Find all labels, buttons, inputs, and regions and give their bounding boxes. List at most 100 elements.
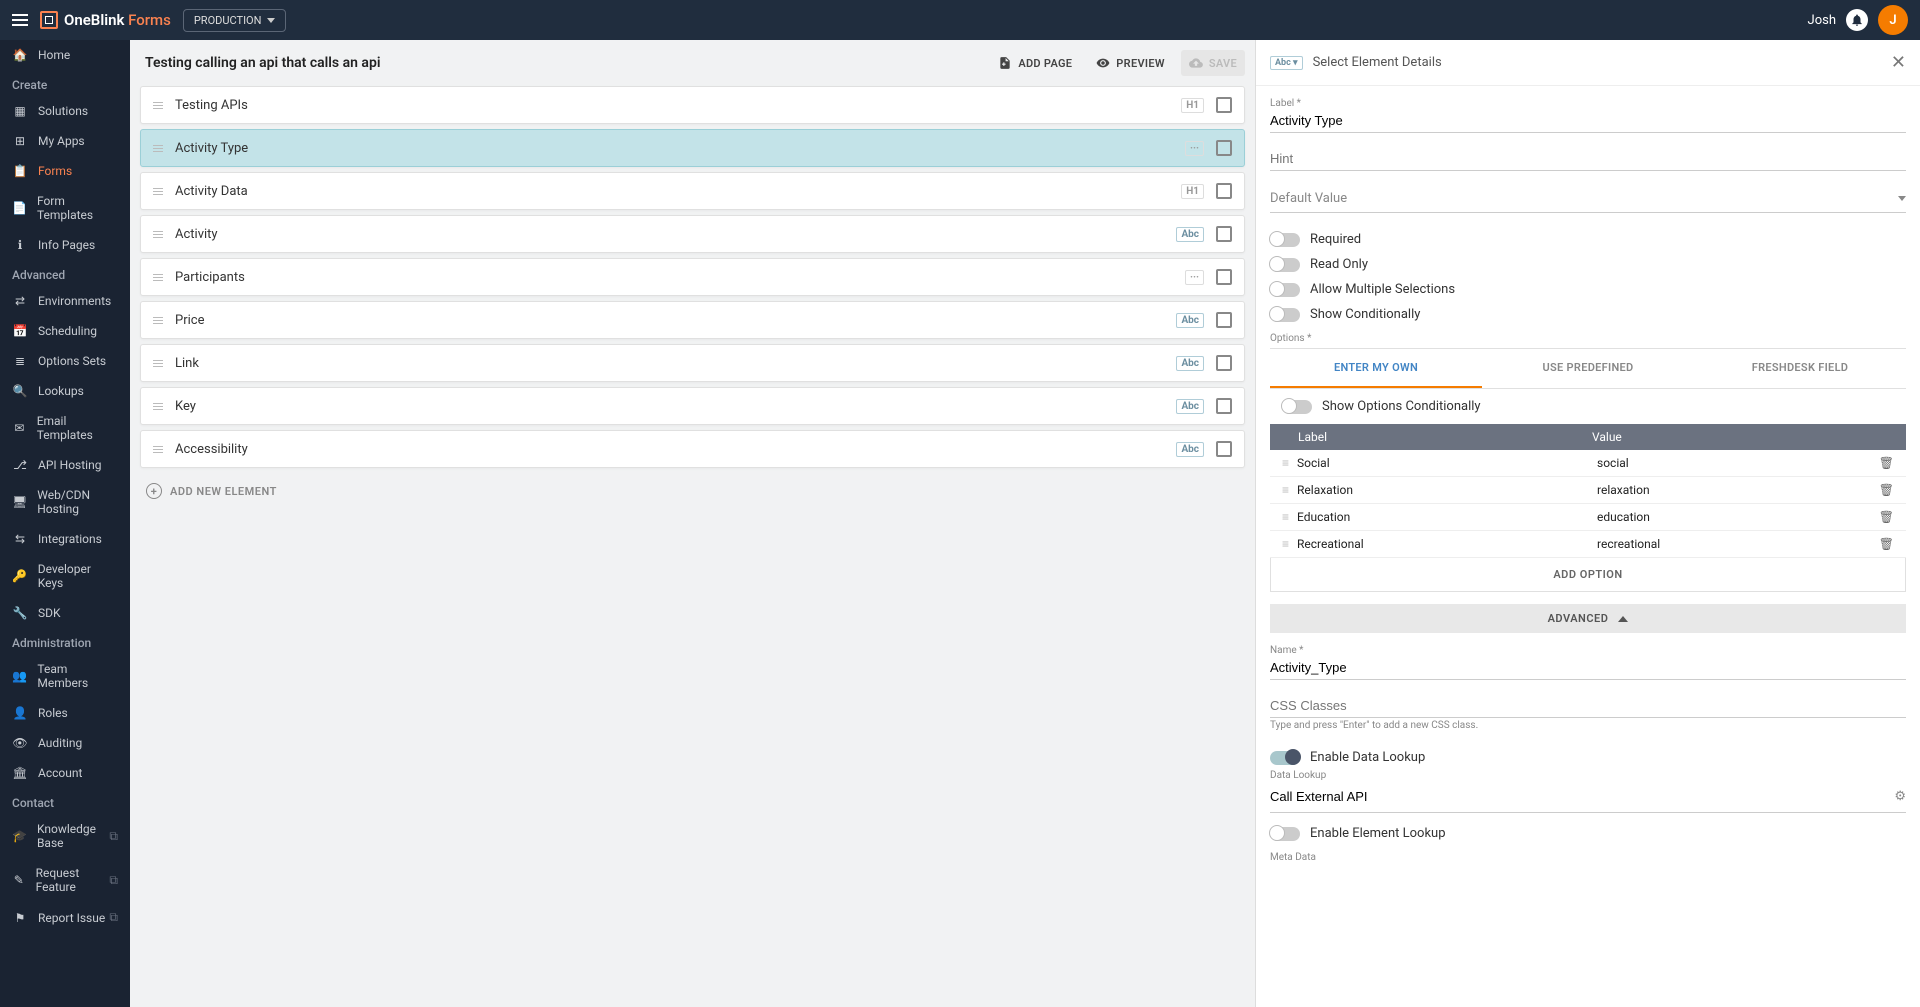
drag-handle[interactable] [153,317,163,324]
sidebar-item[interactable]: 🏛Account [0,758,130,788]
delete-option-button[interactable]: 🗑 [1879,483,1894,497]
drag-handle[interactable] [153,188,163,195]
option-value[interactable]: recreational [1597,537,1879,551]
sidebar-item[interactable]: ⇄Environments [0,286,130,316]
option-label[interactable]: Education [1297,510,1597,524]
element-checkbox[interactable] [1216,183,1232,199]
element-lookup-toggle[interactable] [1270,827,1300,841]
option-value[interactable]: relaxation [1597,483,1879,497]
sidebar-item[interactable]: 📄Form Templates [0,186,130,230]
sidebar-item[interactable]: 👥Team Members [0,654,130,698]
sidebar-item[interactable]: 🔍Lookups [0,376,130,406]
delete-option-button[interactable]: 🗑 [1879,456,1894,470]
drag-handle[interactable]: ≡ [1282,537,1289,551]
sidebar-home[interactable]: 🏠 Home [0,40,130,70]
sidebar-item[interactable]: ▦Solutions [0,96,130,126]
options-conditional-toggle[interactable] [1282,400,1312,414]
element-card[interactable]: Activity Data H1 [140,172,1245,210]
drag-handle[interactable]: ≡ [1282,483,1289,497]
nav-icon: ⚑ [12,911,28,925]
drag-handle[interactable] [153,231,163,238]
readonly-toggle[interactable] [1270,258,1300,272]
gear-icon[interactable]: ⚙ [1894,789,1906,804]
sidebar-item[interactable]: ⇆Integrations [0,524,130,554]
element-checkbox[interactable] [1216,269,1232,285]
element-card[interactable]: Activity Abc [140,215,1245,253]
sidebar-item[interactable]: 🔧SDK [0,598,130,628]
tab-freshdesk[interactable]: FRESHDESK FIELD [1694,349,1906,388]
element-checkbox[interactable] [1216,140,1232,156]
element-checkbox[interactable] [1216,312,1232,328]
option-value[interactable]: social [1597,456,1879,470]
drag-handle[interactable] [153,446,163,453]
sidebar-item[interactable]: ⎇API Hosting [0,450,130,480]
notifications-button[interactable] [1846,9,1868,31]
css-classes-input[interactable] [1270,694,1906,718]
element-checkbox[interactable] [1216,398,1232,414]
sidebar-item[interactable]: 👤Roles [0,698,130,728]
sidebar-item[interactable]: ⚑Report Issue⧉ [0,902,130,933]
option-label[interactable]: Relaxation [1297,483,1597,497]
sidebar-item[interactable]: 👁Auditing [0,728,130,758]
drag-handle[interactable]: ≡ [1282,510,1289,524]
element-card[interactable]: Key Abc [140,387,1245,425]
sidebar-item[interactable]: ⊞My Apps [0,126,130,156]
default-value-select[interactable]: Default Value [1270,185,1906,213]
drag-handle[interactable]: ≡ [1282,456,1289,470]
sidebar-item[interactable]: 🔑Developer Keys [0,554,130,598]
sidebar-item[interactable]: ✉Email Templates [0,406,130,450]
nav-icon: 🔍 [12,384,28,398]
element-checkbox[interactable] [1216,226,1232,242]
preview-button[interactable]: PREVIEW [1088,50,1173,76]
option-value[interactable]: education [1597,510,1879,524]
option-label[interactable]: Recreational [1297,537,1597,551]
sidebar-item[interactable]: ≣Options Sets [0,346,130,376]
option-label[interactable]: Social [1297,456,1597,470]
sidebar-item[interactable]: 📅Scheduling [0,316,130,346]
element-card[interactable]: Participants ··· [140,258,1245,296]
drag-handle[interactable] [153,102,163,109]
drag-handle[interactable] [153,274,163,281]
required-toggle[interactable] [1270,233,1300,247]
data-lookup-input[interactable] [1270,785,1894,808]
sidebar-item[interactable]: 📋Forms [0,156,130,186]
close-button[interactable]: ✕ [1891,52,1906,73]
multiple-toggle[interactable] [1270,283,1300,297]
element-type-tag: Abc [1176,442,1204,457]
element-type-tag: Abc [1176,356,1204,371]
data-lookup-toggle[interactable] [1270,751,1300,765]
sidebar-item[interactable]: ℹInfo Pages [0,230,130,260]
element-label: Link [175,356,1176,371]
app-header: OneBlink Forms PRODUCTION Josh J [0,0,1920,40]
drag-handle[interactable] [153,403,163,410]
label-input[interactable] [1270,109,1906,133]
element-card[interactable]: Testing APIs H1 [140,86,1245,124]
sidebar-item[interactable]: ✎Request Feature⧉ [0,858,130,902]
add-page-button[interactable]: ADD PAGE [990,50,1080,76]
element-card[interactable]: Price Abc [140,301,1245,339]
conditional-toggle[interactable] [1270,308,1300,322]
tab-predefined[interactable]: USE PREDEFINED [1482,349,1694,388]
element-checkbox[interactable] [1216,441,1232,457]
name-input[interactable] [1270,656,1906,680]
element-card[interactable]: Accessibility Abc [140,430,1245,468]
sidebar-item[interactable]: 🎓Knowledge Base⧉ [0,814,130,858]
menu-button[interactable] [12,14,28,26]
user-avatar[interactable]: J [1878,5,1908,35]
delete-option-button[interactable]: 🗑 [1879,510,1894,524]
element-card[interactable]: Link Abc [140,344,1245,382]
sidebar-item[interactable]: 🖥Web/CDN Hosting [0,480,130,524]
add-option-button[interactable]: ADD OPTION [1270,558,1906,592]
delete-option-button[interactable]: 🗑 [1879,537,1894,551]
advanced-toggle[interactable]: ADVANCED [1270,604,1906,633]
hint-input[interactable] [1270,147,1906,171]
element-card[interactable]: Activity Type ··· [140,129,1245,167]
nav-icon: ⎇ [12,458,28,472]
element-checkbox[interactable] [1216,355,1232,371]
element-checkbox[interactable] [1216,97,1232,113]
tab-enter-own[interactable]: ENTER MY OWN [1270,349,1482,388]
drag-handle[interactable] [153,145,163,152]
add-element-button[interactable]: + ADD NEW ELEMENT [140,473,1245,509]
environment-button[interactable]: PRODUCTION [183,9,287,32]
drag-handle[interactable] [153,360,163,367]
